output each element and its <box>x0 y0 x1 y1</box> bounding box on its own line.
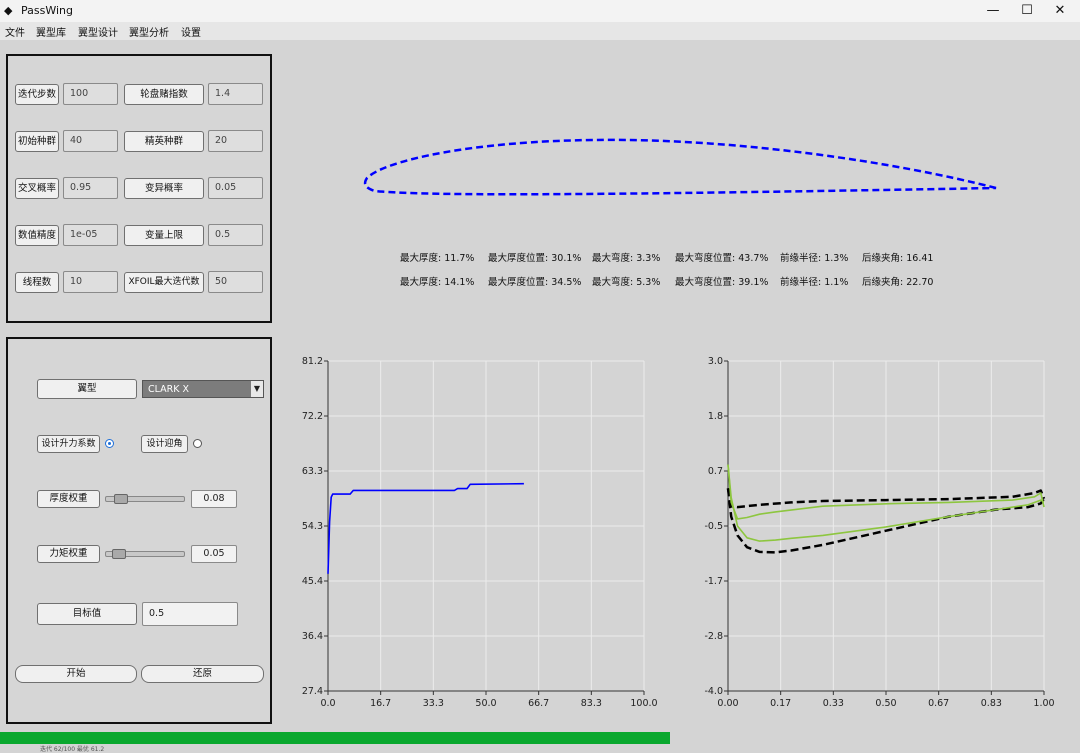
pressure-distribution-chart: 0.00 0.17 0.33 0.50 0.67 0.83 1.00 -4.0 -2.8 -1.7… <box>704 356 1054 709</box>
x-tick-label: 100.0 <box>630 698 657 709</box>
variable-upper-button[interactable]: 变量上限 <box>124 225 204 246</box>
ga-parameters-panel: 迭代步数 100 轮盘赌指数 1.4 初始种群 40 精英种群 20 交叉概率 … <box>6 54 272 323</box>
moment-weight-button[interactable]: 力矩权重 <box>37 545 100 563</box>
y-tick-label: -4.0 <box>704 686 723 697</box>
menu-airfoil-library[interactable]: 翼型库 <box>36 24 66 39</box>
y-tick-label: 81.2 <box>302 356 323 367</box>
design-cl-button[interactable]: 设计升力系数 <box>37 435 100 453</box>
design-panel: 翼型 CLARK X ▼ 设计升力系数 设计迎角 厚度权重 0.08 力矩权重 … <box>6 337 272 724</box>
thickness-weight-value[interactable]: 0.08 <box>191 490 237 508</box>
xfoil-max-iter-button[interactable]: XFOIL最大迭代数 <box>124 272 204 293</box>
x-tick-label: 0.50 <box>875 698 896 709</box>
y-tick-label: 63.3 <box>302 466 323 477</box>
precision-button[interactable]: 数值精度 <box>15 225 59 246</box>
close-button[interactable]: ✕ <box>1037 0 1080 22</box>
crossover-prob-field[interactable]: 0.95 <box>63 177 118 199</box>
x-tick-label: 0.67 <box>928 698 949 709</box>
reset-button[interactable]: 还原 <box>141 665 264 683</box>
stat-max-camber-pos: 最大弯度位置: 43.7% <box>675 253 769 264</box>
y-tick-label: 1.8 <box>708 411 723 422</box>
precision-field[interactable]: 1e-05 <box>63 224 118 246</box>
y-tick-label: 27.4 <box>302 686 323 697</box>
x-tick-label: 33.3 <box>423 698 444 709</box>
stat-te-angle: 后缘夹角: 22.70 <box>862 277 934 288</box>
menu-file[interactable]: 文件 <box>5 24 25 39</box>
menu-airfoil-design[interactable]: 翼型设计 <box>78 24 118 39</box>
initial-population-button[interactable]: 初始种群 <box>15 131 59 152</box>
target-value-button[interactable]: 目标值 <box>37 603 137 625</box>
airfoil-shape-plot <box>363 138 997 196</box>
stat-max-thickness-pos: 最大厚度位置: 34.5% <box>488 277 582 288</box>
mutation-prob-field[interactable]: 0.05 <box>208 177 263 199</box>
convergence-chart: 0.0 16.7 33.3 50.0 66.7 83.3 100.0 27.4 36.4 45.4… <box>302 356 658 709</box>
stat-max-thickness: 最大厚度: 11.7% <box>400 253 475 264</box>
moment-weight-value[interactable]: 0.05 <box>191 545 237 563</box>
x-tick-label: 83.3 <box>581 698 602 709</box>
progress-bar <box>0 732 670 744</box>
xfoil-max-iter-field[interactable]: 50 <box>208 271 263 293</box>
y-tick-label: 0.7 <box>708 466 723 477</box>
airfoil-select-value: CLARK X <box>148 384 190 395</box>
design-aoa-radio[interactable] <box>193 439 202 448</box>
window-title: PassWing <box>21 4 73 17</box>
series-line-0 <box>327 482 524 574</box>
app-cube-icon: ◆ <box>4 4 13 17</box>
elite-population-button[interactable]: 精英种群 <box>124 131 204 152</box>
y-tick-label: -2.8 <box>704 631 723 642</box>
x-tick-label: 0.00 <box>717 698 738 709</box>
design-aoa-button[interactable]: 设计迎角 <box>141 435 188 453</box>
x-tick-label: 50.0 <box>475 698 496 709</box>
stat-max-camber-pos: 最大弯度位置: 39.1% <box>675 277 769 288</box>
roulette-index-button[interactable]: 轮盘赌指数 <box>124 84 204 105</box>
y-tick-label: 3.0 <box>708 356 723 367</box>
iter-steps-field[interactable]: 100 <box>63 83 118 105</box>
x-tick-label: 0.0 <box>320 698 335 709</box>
stat-max-camber: 最大弯度: 3.3% <box>592 253 661 264</box>
y-tick-label: -1.7 <box>704 576 723 587</box>
y-tick-label: -0.5 <box>704 521 723 532</box>
y-tick-label: 54.3 <box>302 521 323 532</box>
thickness-weight-button[interactable]: 厚度权重 <box>37 490 100 508</box>
target-value-field[interactable]: 0.5 <box>142 602 238 626</box>
thickness-weight-thumb[interactable] <box>114 494 129 504</box>
initial-population-field[interactable]: 40 <box>63 130 118 152</box>
x-tick-label: 0.17 <box>770 698 791 709</box>
crossover-prob-button[interactable]: 交叉概率 <box>15 178 59 199</box>
airfoil-select[interactable]: CLARK X ▼ <box>142 380 264 398</box>
stat-te-angle: 后缘夹角: 16.41 <box>862 253 934 264</box>
status-text: 迭代 62/100 最优 61.2 <box>40 746 105 753</box>
stat-max-camber: 最大弯度: 5.3% <box>592 277 661 288</box>
moment-weight-slider[interactable] <box>105 549 185 559</box>
dropdown-arrow-icon: ▼ <box>251 381 263 397</box>
mutation-prob-button[interactable]: 变异概率 <box>124 178 204 199</box>
y-tick-label: 72.2 <box>302 411 323 422</box>
airfoil-outline <box>363 138 997 196</box>
y-tick-label: 45.4 <box>302 576 323 587</box>
iter-steps-button[interactable]: 迭代步数 <box>15 84 59 105</box>
menu-bar: 文件 翼型库 翼型设计 翼型分析 设置 <box>0 22 1080 40</box>
moment-weight-thumb[interactable] <box>112 549 127 559</box>
x-tick-label: 0.83 <box>981 698 1002 709</box>
y-tick-label: 36.4 <box>302 631 323 642</box>
design-cl-radio[interactable] <box>105 439 114 448</box>
x-tick-label: 1.00 <box>1033 698 1054 709</box>
menu-settings[interactable]: 设置 <box>181 24 201 39</box>
variable-upper-field[interactable]: 0.5 <box>208 224 263 246</box>
title-bar: ◆ PassWing — ☐ ✕ <box>0 0 1080 22</box>
stat-le-radius: 前缘半径: 1.3% <box>780 253 849 264</box>
stat-max-thickness-pos: 最大厚度位置: 30.1% <box>488 253 582 264</box>
threads-field[interactable]: 10 <box>63 271 118 293</box>
x-tick-label: 16.7 <box>370 698 391 709</box>
thickness-weight-slider[interactable] <box>105 494 185 504</box>
x-tick-label: 66.7 <box>528 698 549 709</box>
start-button[interactable]: 开始 <box>15 665 137 683</box>
x-tick-label: 0.33 <box>823 698 844 709</box>
stat-le-radius: 前缘半径: 1.1% <box>780 277 849 288</box>
elite-population-field[interactable]: 20 <box>208 130 263 152</box>
menu-airfoil-analysis[interactable]: 翼型分析 <box>129 24 169 39</box>
airfoil-button[interactable]: 翼型 <box>37 379 137 399</box>
roulette-index-field[interactable]: 1.4 <box>208 83 263 105</box>
stat-max-thickness: 最大厚度: 14.1% <box>400 277 475 288</box>
threads-button[interactable]: 线程数 <box>15 272 59 293</box>
